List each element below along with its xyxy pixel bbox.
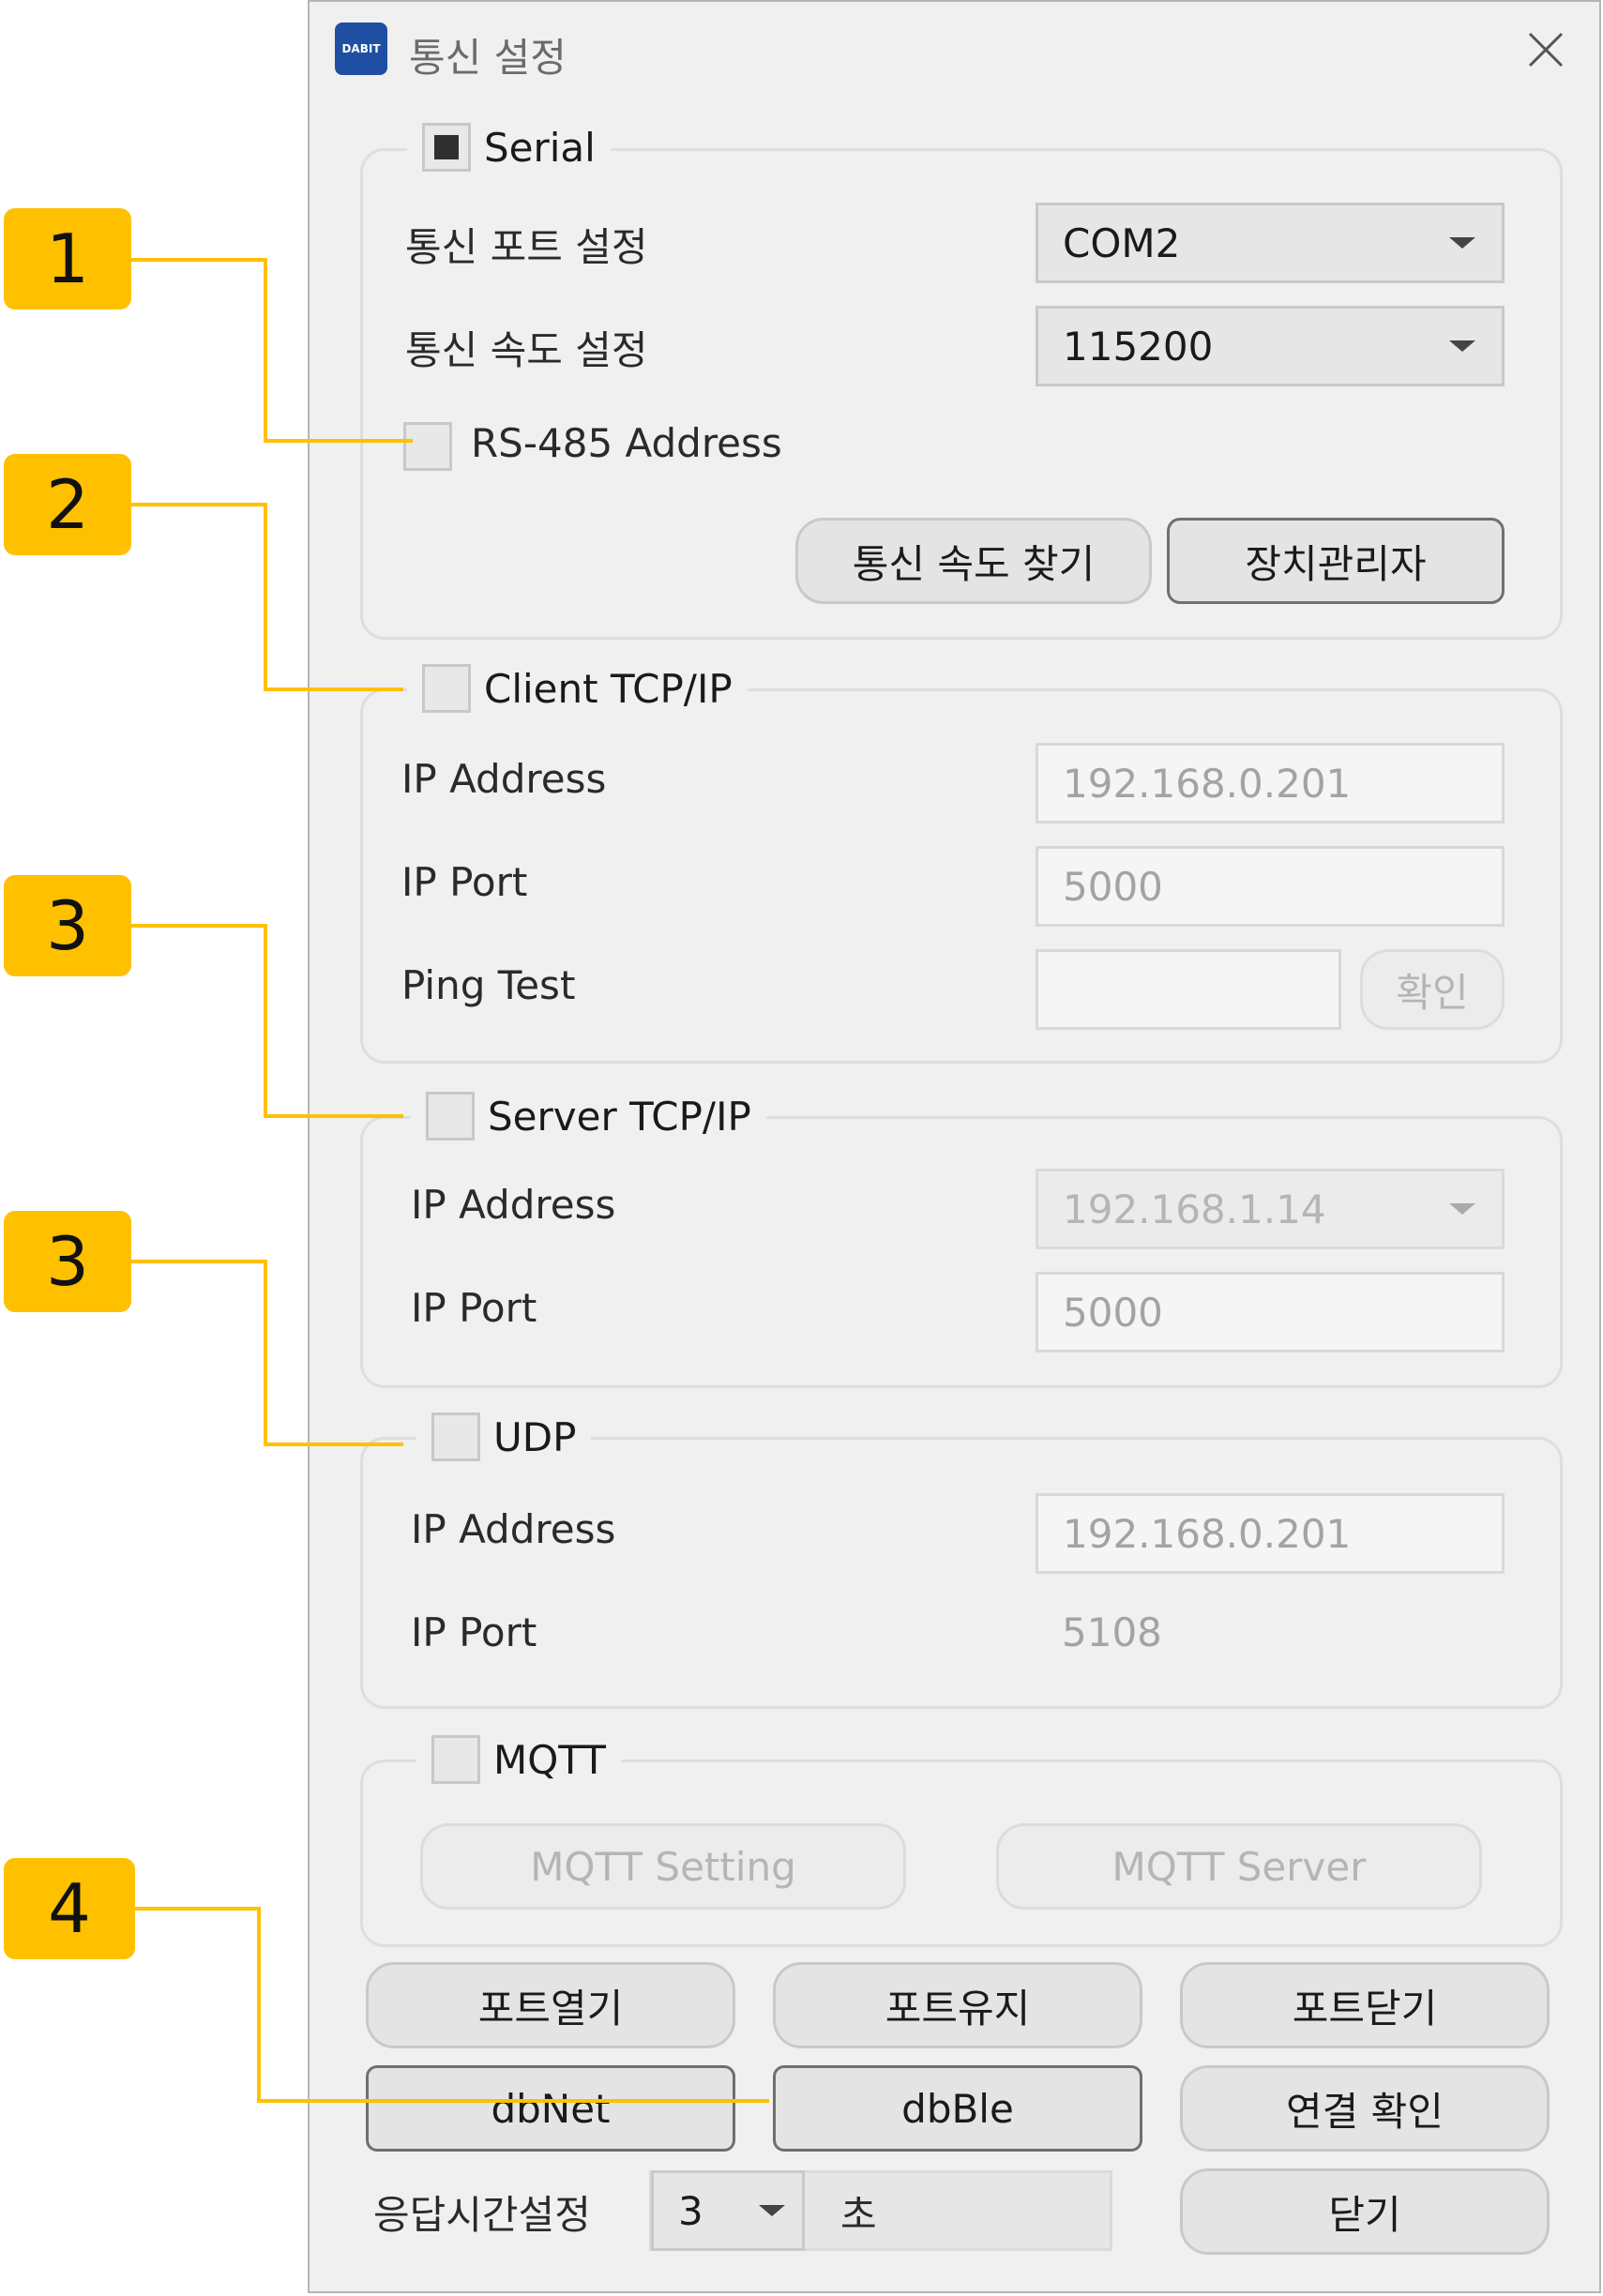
chevron-down-icon — [759, 2205, 785, 2216]
udp-ip-label: IP Address — [411, 1506, 616, 1552]
server-ip-label: IP Address — [411, 1182, 616, 1228]
mqtt-title: MQTT — [493, 1736, 606, 1783]
response-time-value: 3 — [678, 2187, 703, 2234]
server-port-value: 5000 — [1063, 1289, 1163, 1336]
server-tcp-title: Server TCP/IP — [488, 1093, 751, 1140]
ping-label: Ping Test — [401, 962, 576, 1008]
baud-value: 115200 — [1063, 323, 1214, 370]
udp-port-value: 5108 — [1062, 1609, 1162, 1655]
callout-4: 4 — [4, 1858, 135, 1959]
server-ip-select[interactable]: 192.168.1.14 — [1036, 1169, 1505, 1249]
callout-1: 1 — [4, 208, 131, 310]
udp-checkbox[interactable] — [431, 1412, 480, 1461]
title-bar: DABIT 통신 설정 — [310, 2, 1599, 96]
check-connection-button[interactable]: 연결 확인 — [1180, 2065, 1550, 2152]
window-title: 통신 설정 — [409, 35, 567, 81]
port-select[interactable]: COM2 — [1036, 203, 1505, 283]
port-value: COM2 — [1063, 219, 1181, 266]
udp-ip-value: 192.168.0.201 — [1063, 1510, 1352, 1557]
udp-ip-input[interactable]: 192.168.0.201 — [1036, 1493, 1505, 1574]
keep-port-button[interactable]: 포트유지 — [773, 1962, 1142, 2048]
rs485-checkbox[interactable] — [403, 422, 452, 471]
serial-legend: Serial — [407, 116, 611, 178]
udp-legend: UDP — [416, 1406, 592, 1468]
mqtt-checkbox[interactable] — [431, 1735, 480, 1784]
close-button[interactable]: 닫기 — [1180, 2168, 1550, 2255]
mqtt-setting-button[interactable]: MQTT Setting — [420, 1823, 906, 1910]
port-label: 통신 포트 설정 — [405, 224, 648, 270]
mqtt-server-button[interactable]: MQTT Server — [996, 1823, 1482, 1910]
communication-settings-dialog: DABIT 통신 설정 Serial 통신 포트 설정 COM2 통신 속도 설… — [308, 0, 1601, 2293]
client-ip-value: 192.168.0.201 — [1063, 760, 1352, 807]
response-time-select[interactable]: 3 — [651, 2170, 805, 2251]
client-ip-input[interactable]: 192.168.0.201 — [1036, 743, 1505, 823]
server-tcp-checkbox[interactable] — [426, 1092, 475, 1140]
server-port-label: IP Port — [411, 1285, 537, 1331]
baud-select[interactable]: 115200 — [1036, 306, 1505, 386]
server-ip-value: 192.168.1.14 — [1063, 1186, 1326, 1232]
client-port-value: 5000 — [1063, 863, 1163, 910]
response-time-label: 응답시간설정 — [373, 2192, 591, 2238]
udp-port-label: IP Port — [411, 1609, 537, 1655]
find-baud-button[interactable]: 통신 속도 찾기 — [795, 518, 1152, 604]
dbble-button[interactable]: dbBle — [773, 2065, 1142, 2152]
client-tcp-checkbox[interactable] — [422, 664, 471, 713]
client-port-label: IP Port — [401, 859, 528, 905]
chevron-down-icon — [1449, 340, 1475, 352]
client-ip-label: IP Address — [401, 756, 607, 802]
ping-confirm-button[interactable]: 확인 — [1360, 949, 1505, 1030]
chevron-down-icon — [1449, 1203, 1475, 1215]
server-port-input[interactable]: 5000 — [1036, 1272, 1505, 1352]
rs485-label: RS-485 Address — [471, 420, 782, 466]
close-port-button[interactable]: 포트닫기 — [1180, 1962, 1550, 2048]
udp-title: UDP — [493, 1413, 577, 1460]
client-tcp-legend: Client TCP/IP — [407, 657, 748, 719]
callout-3b: 3 — [4, 1211, 131, 1312]
serial-checkbox[interactable] — [422, 123, 471, 172]
baud-label: 통신 속도 설정 — [405, 327, 648, 373]
device-manager-button[interactable]: 장치관리자 — [1167, 518, 1505, 604]
response-time-unit: 초 — [840, 2192, 877, 2238]
serial-title: Serial — [484, 124, 596, 171]
close-icon[interactable] — [1519, 23, 1573, 77]
app-logo-icon: DABIT — [335, 23, 387, 75]
client-port-input[interactable]: 5000 — [1036, 846, 1505, 927]
callout-2: 2 — [4, 454, 131, 555]
server-tcp-legend: Server TCP/IP — [411, 1085, 766, 1147]
open-port-button[interactable]: 포트열기 — [366, 1962, 735, 2048]
mqtt-legend: MQTT — [416, 1729, 621, 1790]
chevron-down-icon — [1449, 237, 1475, 249]
callout-3a: 3 — [4, 875, 131, 976]
client-tcp-title: Client TCP/IP — [484, 665, 733, 712]
ping-input[interactable] — [1036, 949, 1341, 1030]
dbnet-button[interactable]: dbNet — [366, 2065, 735, 2152]
